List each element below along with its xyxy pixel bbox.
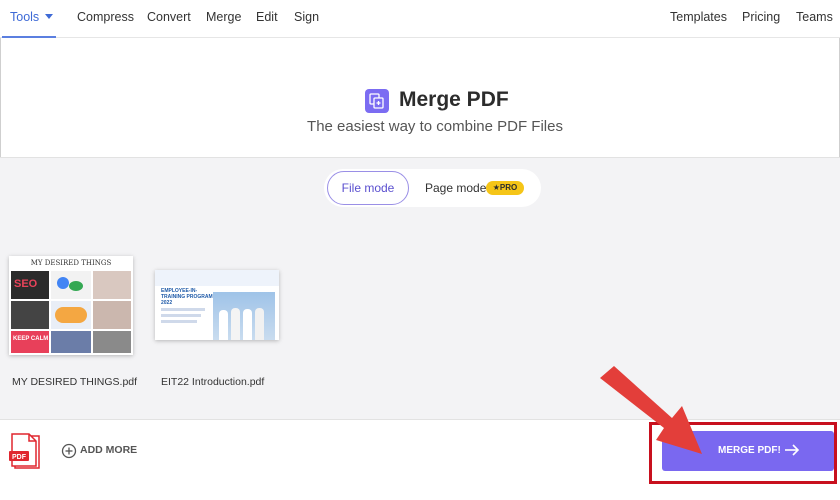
- collage-tile: SEO: [11, 271, 49, 299]
- annotation-arrow-icon: [600, 366, 702, 454]
- nav-item-sign[interactable]: Sign: [294, 10, 319, 24]
- pro-badge: ★PRO: [486, 181, 524, 195]
- collage-tile: [93, 271, 131, 299]
- file-thumbnail[interactable]: MY DESIRED THINGS SEO KEEP CALM: [9, 256, 133, 355]
- collage-tile: [93, 331, 131, 353]
- caret-down-icon: [45, 14, 53, 19]
- nav-item-teams[interactable]: Teams: [796, 10, 833, 24]
- page-title: Merge PDF: [399, 88, 509, 111]
- nav-tools-label: Tools: [10, 10, 40, 24]
- collage-word: KEEP CALM: [13, 336, 49, 342]
- collage-word: SEO: [14, 278, 38, 290]
- thumbnail-heading: MY DESIRED THINGS: [30, 259, 112, 267]
- add-more-label: ADD MORE: [80, 444, 138, 456]
- pdf-file-icon: PDF: [9, 433, 40, 469]
- thumbnail-line: [161, 320, 197, 323]
- merge-pdf-icon: [365, 89, 389, 113]
- collage-tile: [51, 271, 91, 299]
- collage-tile: [93, 301, 131, 329]
- plus-circle-icon: [61, 443, 77, 459]
- collage-tile: [51, 301, 91, 329]
- nav-item-pricing[interactable]: Pricing: [742, 10, 780, 24]
- nav-item-convert[interactable]: Convert: [147, 10, 191, 24]
- collage-tile: KEEP CALM: [11, 331, 49, 353]
- thumbnail-heading: EMPLOYEE-IN-TRAINING PROGRAM 2022: [161, 288, 213, 306]
- nav-item-edit[interactable]: Edit: [256, 10, 278, 24]
- thumbnail-photo: [213, 292, 275, 340]
- file-name: MY DESIRED THINGS.pdf: [12, 376, 138, 388]
- file-name: EIT22 Introduction.pdf: [161, 376, 265, 388]
- file-thumbnail[interactable]: EMPLOYEE-IN-TRAINING PROGRAM 2022: [155, 270, 279, 340]
- collage-tile: [11, 301, 49, 329]
- file-mode-button[interactable]: File mode: [327, 171, 409, 205]
- thumbnail-header-bar: [155, 270, 279, 286]
- collage-tile: [51, 331, 91, 353]
- nav-item-merge[interactable]: Merge: [206, 10, 241, 24]
- thumbnail-line: [161, 308, 205, 311]
- page-subtitle: The easiest way to combine PDF Files: [307, 118, 563, 135]
- nav-item-templates[interactable]: Templates: [670, 10, 727, 24]
- nav-tools-menu[interactable]: Tools: [2, 0, 56, 38]
- thumbnail-line: [161, 314, 201, 317]
- nav-item-compress[interactable]: Compress: [77, 10, 134, 24]
- top-nav: Tools Compress Convert Merge Edit Sign T…: [0, 0, 840, 38]
- pdf-icon-label: PDF: [12, 454, 27, 461]
- page-mode-button[interactable]: Page mode: [425, 181, 486, 195]
